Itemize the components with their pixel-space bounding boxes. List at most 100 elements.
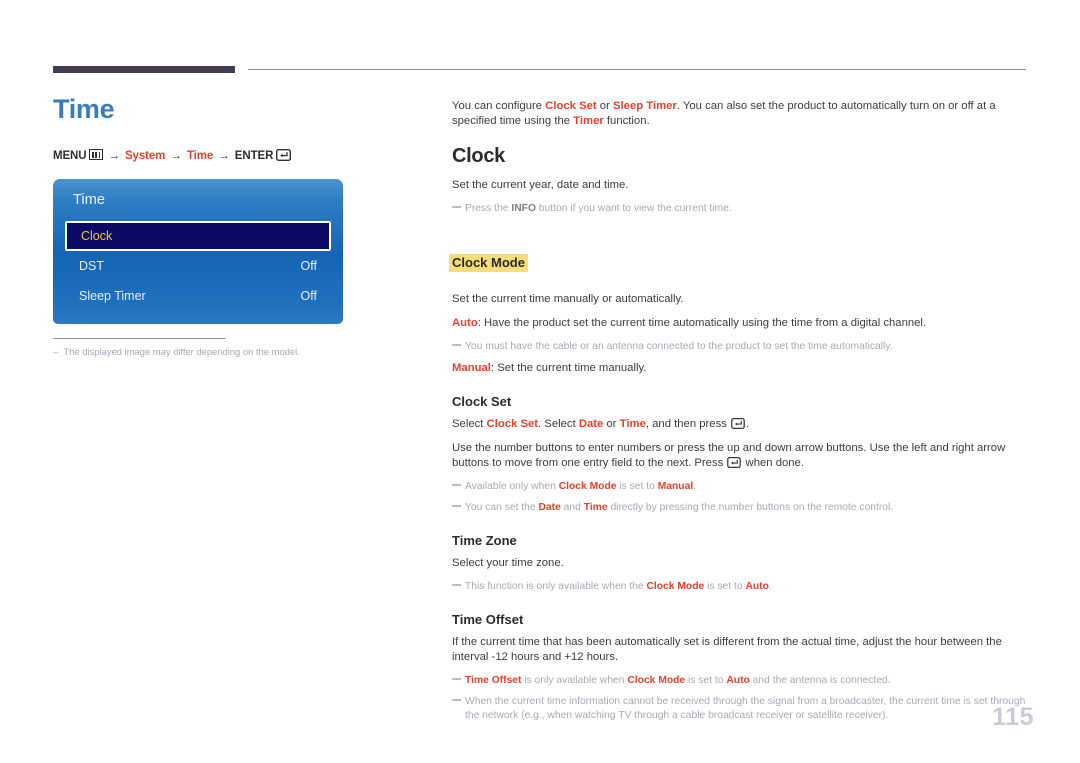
osd-item-label: Clock xyxy=(81,229,113,243)
clock-set-l1-part2: . Select xyxy=(538,418,579,430)
breadcrumb-arrow-3: → xyxy=(218,150,230,162)
section-heading-time-offset: Time Offset xyxy=(452,612,524,627)
caption-body: The displayed image may differ depending… xyxy=(63,347,300,358)
osd-menu-title: Time xyxy=(73,192,106,208)
intro-term-timer: Timer xyxy=(573,115,604,127)
osd-item-value: Off xyxy=(300,289,317,303)
intro-part1: You can configure xyxy=(452,100,546,112)
cs-n1-part2: is set to xyxy=(616,481,658,492)
clock-note-part2: button if you want to view the current t… xyxy=(535,203,732,214)
term-date: Date xyxy=(538,502,561,513)
breadcrumb-item-time: Time xyxy=(186,150,214,162)
clock-mode-manual-line: Manual: Set the current time manually. xyxy=(452,361,1026,376)
term-time: Time xyxy=(583,502,608,513)
osd-item-label: Sleep Timer xyxy=(79,289,146,303)
clock-set-l1-part3: or xyxy=(603,418,620,430)
clock-note-term-info: INFO xyxy=(511,203,536,214)
clock-note-part1: Press the xyxy=(465,203,512,214)
page-number: 115 xyxy=(992,703,1034,731)
osd-menu-panel: Time Clock DST Off Sleep Timer Off xyxy=(53,179,343,324)
term-auto: Auto xyxy=(726,675,750,686)
osd-item-value: Off xyxy=(300,259,317,273)
clock-set-note-manual: Available only when Clock Mode is set to… xyxy=(452,480,1026,494)
enter-key-icon xyxy=(727,456,742,468)
clock-set-l1-part5: . xyxy=(746,418,750,430)
term-time-offset: Time Offset xyxy=(465,675,522,686)
clock-description: Set the current year, date and time. xyxy=(452,179,629,191)
header-accent-bar xyxy=(53,66,235,73)
clock-note-info: Press the INFO button if you want to vie… xyxy=(452,202,1026,216)
cs-n2-part1: You can set the xyxy=(465,502,539,513)
osd-caption: – The displayed image may differ dependi… xyxy=(53,338,300,358)
clock-mode-auto-line: Auto: Have the product set the current t… xyxy=(452,316,1026,331)
term-clock-mode: Clock Mode xyxy=(558,481,617,492)
clock-set-line1: Select Clock Set. Select Date or Time, a… xyxy=(452,417,1026,432)
enter-key-icon xyxy=(731,417,745,429)
clock-mode-manual-text: : Set the current time manually. xyxy=(490,362,647,374)
breadcrumb-menu-label: MENU xyxy=(53,150,87,162)
term-auto: Auto xyxy=(745,581,769,592)
tz-n1-part2: is set to xyxy=(704,581,746,592)
breadcrumb-enter-label: ENTER xyxy=(234,150,274,162)
osd-menu-item-dst[interactable]: DST Off xyxy=(65,251,331,281)
term-auto: Auto xyxy=(452,317,478,329)
breadcrumb-arrow-1: → xyxy=(108,150,120,162)
term-manual: Manual xyxy=(452,362,491,374)
clock-mode-auto-text: : Have the product set the current time … xyxy=(477,317,927,329)
clock-mode-heading-wrap: Clock Mode xyxy=(449,235,1026,281)
intro-term-clock-set: Clock Set xyxy=(545,100,597,112)
osd-caption-rule xyxy=(53,338,226,339)
osd-caption-text: – The displayed image may differ dependi… xyxy=(53,347,300,358)
cs-n1-part1: Available only when xyxy=(465,481,559,492)
page-title: Time xyxy=(53,94,115,124)
breadcrumb-arrow-2: → xyxy=(170,150,182,162)
term-clock-mode: Clock Mode xyxy=(646,581,705,592)
enter-key-icon xyxy=(276,149,292,161)
header-rule xyxy=(248,69,1026,70)
cs-n1-part3: . xyxy=(693,481,697,492)
section-heading-clock: Clock xyxy=(452,145,505,167)
tz-n1-part1: This function is only available when the xyxy=(465,581,647,592)
intro-paragraph: You can configure Clock Set or Sleep Tim… xyxy=(452,99,1026,129)
document-page: Time MENU → System → Time → ENTER Time Cl… xyxy=(0,0,1080,763)
time-offset-description: If the current time that has been automa… xyxy=(452,636,1002,663)
breadcrumb-item-system: System xyxy=(124,150,166,162)
breadcrumb: MENU → System → Time → ENTER xyxy=(53,149,413,162)
menu-bars-icon xyxy=(89,149,104,160)
intro-part2: or xyxy=(596,100,613,112)
osd-menu-list: Clock DST Off Sleep Timer Off xyxy=(65,221,331,311)
tz-n1-part3: . xyxy=(768,581,772,592)
term-time: Time xyxy=(619,418,646,430)
intro-term-sleep-timer: Sleep Timer xyxy=(612,100,677,112)
time-zone-note-auto: This function is only available when the… xyxy=(452,580,1026,594)
time-zone-description: Select your time zone. xyxy=(452,557,564,569)
term-date: Date xyxy=(578,418,604,430)
osd-menu-item-sleep-timer[interactable]: Sleep Timer Off xyxy=(65,281,331,311)
clock-set-l1-part4: , and then press xyxy=(645,418,731,430)
osd-menu-item-clock[interactable]: Clock xyxy=(65,221,331,251)
intro-part4: function. xyxy=(603,115,650,127)
clock-set-l2-part2: when done. xyxy=(742,457,804,469)
right-column: You can configure Clock Set or Sleep Tim… xyxy=(449,99,1026,730)
caption-dash: – xyxy=(53,347,64,358)
to-n1-part3: and the antenna is connected. xyxy=(749,675,891,686)
clock-set-note-remote: You can set the Date and Time directly b… xyxy=(452,501,1026,515)
clock-set-l1-part1: Select xyxy=(452,418,487,430)
term-clock-mode: Clock Mode xyxy=(627,675,686,686)
to-n1-part2: is set to xyxy=(685,675,727,686)
section-heading-time-zone: Time Zone xyxy=(452,533,517,548)
clock-mode-description: Set the current time manually or automat… xyxy=(452,293,684,305)
cs-n2-part3: directly by pressing the number buttons … xyxy=(607,502,894,513)
clock-mode-note-antenna: You must have the cable or an antenna co… xyxy=(452,340,1026,354)
time-offset-note-network: When the current time information cannot… xyxy=(452,695,1026,723)
section-heading-clock-mode: Clock Mode xyxy=(449,254,528,272)
left-column: Time MENU → System → Time → ENTER Time Cl… xyxy=(53,96,413,358)
to-n1-part1: is only available when xyxy=(521,675,628,686)
term-manual: Manual xyxy=(657,481,694,492)
clock-set-line2: Use the number buttons to enter numbers … xyxy=(452,441,1026,471)
term-clock-set: Clock Set xyxy=(486,418,539,430)
osd-item-label: DST xyxy=(79,259,104,273)
section-heading-clock-set: Clock Set xyxy=(452,394,512,409)
cs-n2-part2: and xyxy=(560,502,584,513)
time-offset-note-auto: Time Offset is only available when Clock… xyxy=(452,674,1026,688)
